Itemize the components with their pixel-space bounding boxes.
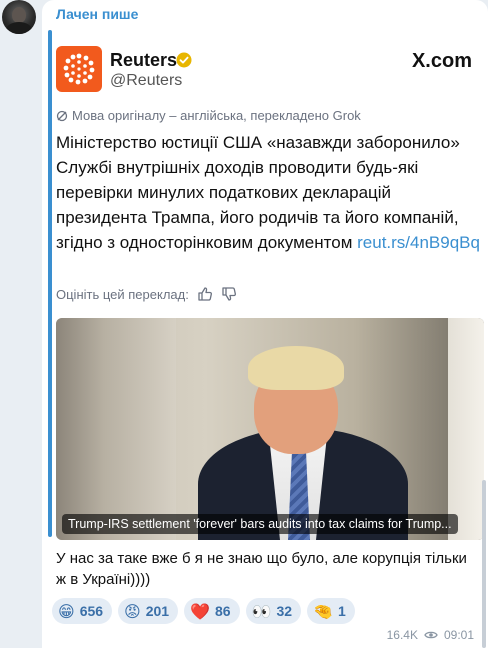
platform-label: X.com — [411, 50, 472, 72]
reactions-bar: 😁 656 😡 201 ❤️ 86 👀 32 🤏 1 — [52, 598, 355, 624]
translation-note-text: Мова оригіналу – англійська, перекладено… — [72, 108, 361, 123]
translation-note: Мова оригіналу – англійська, перекладено… — [56, 108, 361, 123]
avatar-body — [6, 22, 32, 34]
photo-caption: Trump-IRS settlement 'forever' bars audi… — [62, 514, 458, 534]
message-meta: 16.4K 09:01 — [387, 628, 474, 642]
reaction-count: 86 — [215, 603, 231, 619]
tweet-link[interactable]: reut.rs/4nB9qBq — [357, 233, 480, 252]
angry-emoji-icon: 😡 — [124, 601, 141, 621]
sender-avatar[interactable] — [2, 0, 36, 34]
photo-background-right — [448, 318, 484, 540]
grok-icon — [56, 110, 68, 121]
reaction-pinch[interactable]: 🤏 1 — [307, 598, 355, 624]
reaction-count: 1 — [338, 603, 346, 619]
link-preview-bar — [48, 30, 52, 537]
thumbs-up-icon[interactable] — [197, 286, 213, 302]
account-handle: @Reuters — [110, 72, 183, 89]
reaction-angry[interactable]: 😡 201 — [118, 598, 179, 624]
preview-photo[interactable]: Trump-IRS settlement 'forever' bars audi… — [56, 318, 484, 540]
message-time: 09:01 — [443, 628, 474, 642]
reaction-eyes[interactable]: 👀 32 — [245, 598, 302, 624]
scrollbar[interactable] — [482, 480, 486, 648]
sender-name[interactable]: Лачен пише — [56, 6, 138, 22]
rate-label: Оцініть цей переклад: — [56, 286, 189, 302]
thumbs-down-icon[interactable] — [221, 286, 237, 302]
eyes-emoji-icon: 👀 — [251, 601, 272, 621]
grin-emoji-icon: 😁 — [58, 601, 75, 621]
photo-background-left — [56, 318, 176, 540]
pinch-emoji-icon: 🤏 — [313, 601, 334, 621]
reuters-logo-icon — [56, 46, 102, 92]
account-name: Reuters — [110, 50, 178, 70]
rate-translation-row: Оцініть цей переклад: — [56, 286, 237, 302]
message-text: У нас за таке вже б я не знаю що було, а… — [56, 550, 467, 588]
verified-badge-icon — [176, 52, 192, 68]
photo-figure-hair — [248, 346, 344, 390]
reaction-grin[interactable]: 😁 656 — [52, 598, 113, 624]
tweet-text: Міністерство юстиції США «назавжди забор… — [56, 130, 484, 255]
eye-icon — [424, 631, 438, 639]
reaction-count: 201 — [145, 603, 170, 619]
avatar-face — [12, 7, 26, 23]
heart-emoji-icon: ❤️ — [190, 601, 211, 621]
reaction-count: 656 — [79, 603, 104, 619]
views-count: 16.4K — [386, 628, 418, 642]
message-bubble: Лачен пише Reuters @Reuters X.com Мова о… — [42, 0, 488, 648]
reaction-heart[interactable]: ❤️ 86 — [184, 598, 240, 624]
reaction-count: 32 — [276, 603, 293, 619]
